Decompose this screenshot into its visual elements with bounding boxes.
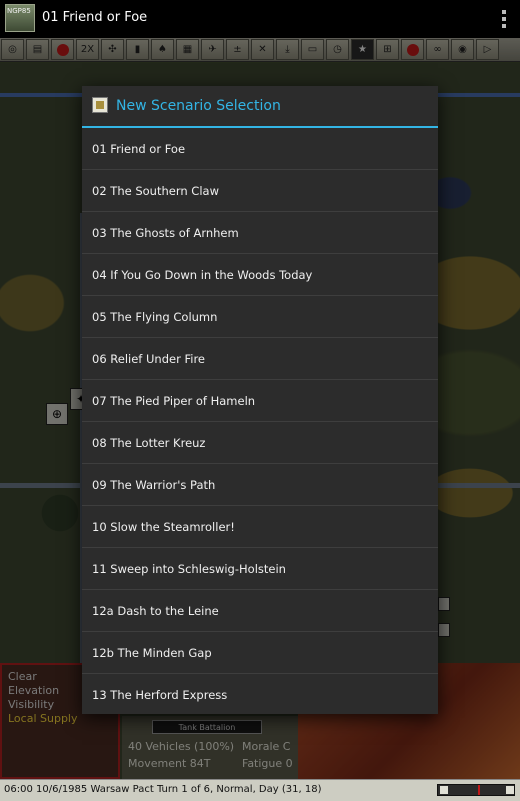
scenario-item[interactable]: 03 The Ghosts of Arnhem (82, 212, 438, 254)
scenario-item[interactable]: 08 The Lotter Kreuz (82, 422, 438, 464)
map-position-slider[interactable] (437, 784, 515, 796)
scenario-item[interactable]: 07 The Pied Piper of Hameln (82, 380, 438, 422)
app-icon[interactable]: NGP85 (5, 4, 35, 32)
status-bar: 06:00 10/6/1985 Warsaw Pact Turn 1 of 6,… (0, 779, 520, 801)
scenario-list: 01 Friend or Foe 02 The Southern Claw 03 T… (82, 128, 438, 716)
scenario-item[interactable]: 10 Slow the Steamroller! (82, 506, 438, 548)
app-icon-label: NGP85 (7, 7, 31, 15)
app-title: 01 Friend or Foe (42, 10, 148, 25)
scenario-item[interactable]: 04 If You Go Down in the Woods Today (82, 254, 438, 296)
scenario-item[interactable]: 13 The Herford Express (82, 674, 438, 716)
scenario-item[interactable]: 02 The Southern Claw (82, 170, 438, 212)
dialog-title: New Scenario Selection (116, 98, 281, 114)
scenario-dialog: New Scenario Selection 01 Friend or Foe 0… (82, 86, 438, 714)
title-bar: NGP85 01 Friend or Foe (0, 0, 520, 38)
scenario-item[interactable]: 01 Friend or Foe (82, 128, 438, 170)
scenario-item[interactable]: 12b The Minden Gap (82, 632, 438, 674)
scenario-icon (92, 97, 108, 113)
dialog-header: New Scenario Selection (82, 86, 438, 128)
scenario-item[interactable]: 06 Relief Under Fire (82, 338, 438, 380)
overflow-menu-icon[interactable] (502, 10, 506, 28)
scenario-item[interactable]: 09 The Warrior's Path (82, 464, 438, 506)
scenario-item[interactable]: 11 Sweep into Schleswig-Holstein (82, 548, 438, 590)
status-text: 06:00 10/6/1985 Warsaw Pact Turn 1 of 6,… (4, 784, 322, 795)
scenario-item[interactable]: 05 The Flying Column (82, 296, 438, 338)
scenario-item[interactable]: 12a Dash to the Leine (82, 590, 438, 632)
